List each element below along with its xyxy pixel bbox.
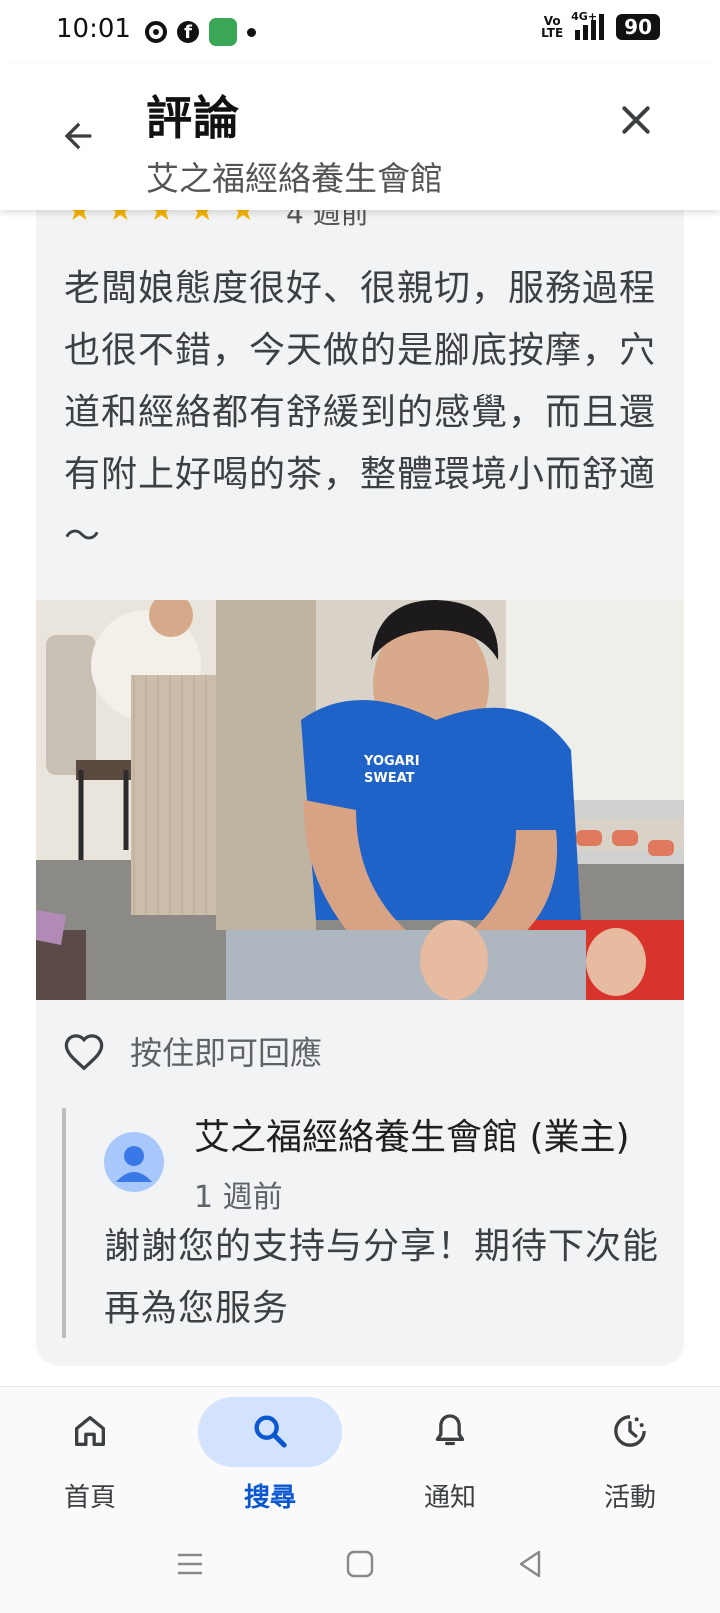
app-header: 評論 艾之福經絡養生會館 — [0, 64, 720, 210]
home-icon — [75, 1416, 106, 1446]
owner-name: 艾之福經絡養生會館 (業主) — [194, 1117, 630, 1158]
review-text: 老闆娘態度很好、很親切，服務過程也很不錯，今天做的是腳底按摩，穴道和經絡都有舒緩… — [64, 268, 657, 557]
activity-icon — [614, 1415, 646, 1447]
nav-notifications[interactable]: 通知 — [360, 1387, 540, 1527]
back-system-button[interactable] — [512, 1546, 548, 1582]
volte-indicator: Vo LTE — [541, 14, 564, 40]
person-icon — [116, 1146, 152, 1182]
recent-apps-button[interactable] — [172, 1546, 208, 1582]
review-photo[interactable]: YOGARI SWEAT — [36, 600, 684, 1000]
search-icon — [254, 1415, 287, 1448]
nav-activity-label: 活動 — [603, 1483, 656, 1513]
nav-activity[interactable]: 活動 — [540, 1387, 720, 1527]
page-title: 評論 — [146, 91, 240, 145]
nav-search[interactable]: 搜尋 — [180, 1387, 360, 1527]
react-label: 按住即可回應 — [130, 1034, 323, 1072]
notification-icons: f — [145, 18, 256, 46]
system-indicators: Vo LTE 4G+ 90 — [541, 10, 660, 40]
back-button[interactable] — [58, 116, 98, 156]
place-name: 艾之福經絡養生會館 — [146, 159, 443, 198]
more-notifications-dot — [247, 27, 256, 37]
battery-icon: 90 — [616, 14, 660, 40]
nav-search-label: 搜尋 — [243, 1483, 296, 1513]
status-bar: 10:01 f Vo LTE 4G+ 90 — [0, 0, 720, 64]
owner-avatar — [104, 1132, 164, 1192]
network-type: 4G+ — [571, 10, 598, 23]
nav-home-label: 首頁 — [63, 1483, 116, 1513]
svg-text:YOGARI: YOGARI — [363, 754, 420, 769]
owner-response-time: 1 週前 — [194, 1180, 283, 1215]
app-notification-icon — [209, 18, 237, 46]
signal-icon: 4G+ — [571, 10, 605, 40]
home-system-button[interactable] — [342, 1546, 378, 1582]
facebook-icon: f — [177, 21, 199, 43]
owner-response-divider — [62, 1108, 66, 1338]
bell-icon — [435, 1414, 465, 1446]
system-navigation — [0, 1530, 720, 1600]
status-time: 10:01 — [56, 14, 131, 44]
nav-notifications-label: 通知 — [423, 1483, 476, 1513]
chrome-icon — [145, 21, 167, 43]
react-button[interactable]: 按住即可回應 — [62, 1028, 322, 1074]
nav-home[interactable]: 首頁 — [0, 1387, 180, 1527]
svg-text:SWEAT: SWEAT — [364, 771, 415, 786]
owner-response-text: 謝謝您的支持与分享！期待下次能再為您服务 — [104, 1226, 660, 1329]
review-photo-image: YOGARI SWEAT — [36, 600, 684, 1000]
heart-icon — [64, 1034, 104, 1071]
close-button[interactable] — [616, 100, 656, 140]
